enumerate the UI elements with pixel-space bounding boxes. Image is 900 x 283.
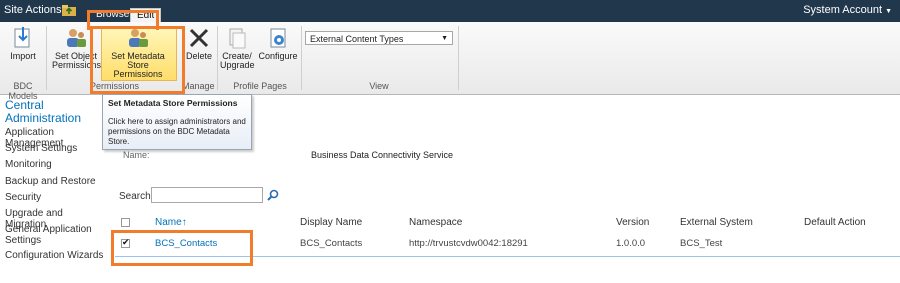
row-display-name: BCS_Contacts — [300, 238, 363, 249]
group-separator — [458, 26, 459, 90]
column-header-display-name[interactable]: Display Name — [300, 217, 362, 228]
chevron-down-icon: ▼ — [441, 35, 448, 42]
create-upgrade-button[interactable]: Create/ Upgrade — [220, 26, 255, 70]
column-header-name[interactable]: Name↑ — [155, 217, 187, 228]
search-label: Search — [119, 191, 151, 202]
tooltip: Set Metadata Store Permissions Click her… — [102, 94, 252, 150]
select-all-checkbox[interactable] — [121, 218, 130, 227]
navigate-up-icon[interactable] — [62, 4, 76, 16]
group-separator — [301, 26, 302, 90]
delete-button[interactable]: Delete — [186, 26, 212, 61]
configure-icon — [270, 28, 286, 48]
nav-item-configuration-wizards[interactable]: Configuration Wizards — [5, 250, 105, 261]
column-header-namespace[interactable]: Namespace — [409, 217, 462, 228]
group-label-profile-pages: Profile Pages — [233, 81, 287, 91]
chevron-down-icon: ▼ — [885, 8, 892, 15]
row-namespace: http://trvustcvdw0042:18291 — [409, 238, 528, 249]
import-icon — [14, 27, 30, 48]
nav-item-general-application-settings[interactable]: General Application Settings — [5, 224, 103, 246]
import-button[interactable]: Import — [6, 26, 40, 61]
name-label: Name: — [123, 150, 150, 160]
configure-button[interactable]: Configure — [258, 26, 298, 61]
service-name: Business Data Connectivity Service — [311, 150, 454, 160]
column-header-version[interactable]: Version — [616, 217, 649, 228]
users-permissions-icon — [67, 29, 86, 47]
sort-ascending-icon: ↑ — [181, 217, 187, 228]
group-label-manage: Manage — [182, 81, 215, 91]
group-separator — [46, 26, 47, 90]
row-external-system: BCS_Test — [680, 238, 723, 249]
column-header-external-system[interactable]: External System — [680, 217, 753, 228]
tooltip-title: Set Metadata Store Permissions — [108, 98, 238, 108]
delete-icon — [189, 28, 209, 48]
search-icon[interactable] — [267, 189, 279, 201]
tooltip-body: Click here to assign administrators and … — [108, 117, 246, 146]
central-administration-link[interactable]: Central Administration — [5, 99, 85, 125]
group-separator — [217, 26, 218, 90]
nav-item-backup-and-restore[interactable]: Backup and Restore — [5, 176, 105, 187]
callout-bcs-contacts-row — [111, 230, 253, 266]
callout-metadata-button — [90, 26, 185, 94]
create-page-icon — [229, 28, 246, 49]
view-select[interactable]: External Content Types ▼ — [305, 31, 453, 45]
nav-item-security[interactable]: Security — [5, 192, 105, 203]
search-input[interactable] — [151, 187, 263, 203]
row-version: 1.0.0.0 — [616, 238, 646, 249]
nav-item-monitoring[interactable]: Monitoring — [5, 159, 105, 170]
nav-item-system-settings[interactable]: System Settings — [5, 143, 105, 154]
column-header-default-action[interactable]: Default Action — [804, 217, 866, 228]
group-label-view: View — [369, 81, 389, 91]
quick-launch: Central Administration Application Manag… — [0, 94, 104, 283]
user-account-menu[interactable]: System Account ▼ — [803, 4, 892, 16]
